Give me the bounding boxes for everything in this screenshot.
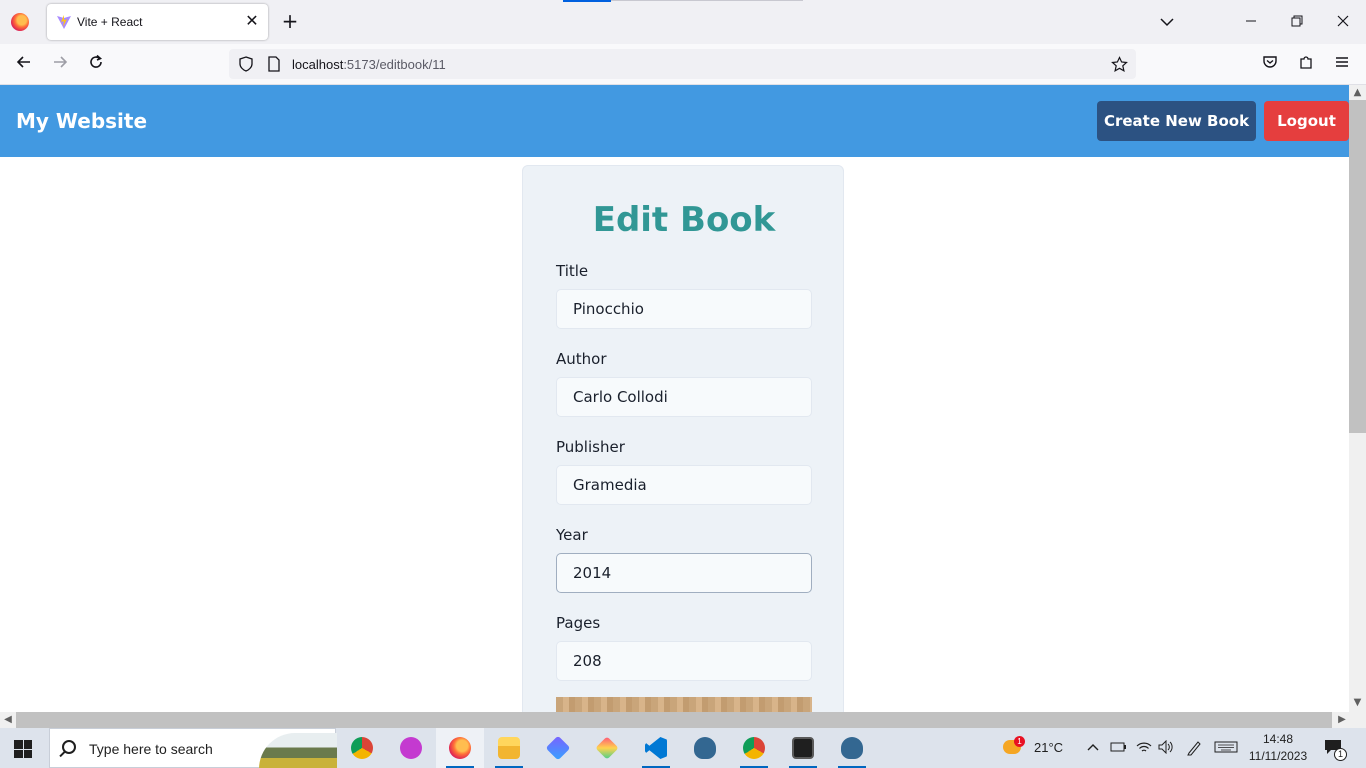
scroll-up-icon[interactable]: ▲	[1349, 85, 1366, 100]
taskbar-app-diamond[interactable]	[583, 728, 631, 768]
create-new-book-button[interactable]: Create New Book	[1097, 101, 1256, 141]
horizontal-scroll-thumb[interactable]	[16, 712, 1332, 728]
taskbar-clock[interactable]: 14:48 11/11/2023	[1247, 731, 1309, 765]
title-label: Title	[556, 262, 589, 280]
taskbar-pgadmin-2[interactable]	[828, 728, 876, 768]
pen-icon[interactable]	[1186, 728, 1204, 768]
author-input[interactable]	[556, 377, 812, 417]
list-all-tabs-icon[interactable]	[1157, 12, 1177, 32]
menu-icon[interactable]	[1329, 52, 1355, 78]
restore-window-icon[interactable]	[1274, 0, 1320, 44]
close-window-icon[interactable]	[1320, 0, 1366, 44]
url-path: :5173/editbook/11	[343, 57, 446, 72]
keyboard-icon[interactable]	[1214, 728, 1240, 768]
book-cover-image	[556, 697, 812, 712]
vertical-scroll-thumb[interactable]	[1349, 100, 1366, 433]
pocket-icon[interactable]	[1257, 52, 1283, 78]
taskbar-chrome-profile[interactable]	[730, 728, 778, 768]
logout-button[interactable]: Logout	[1264, 101, 1349, 141]
taskbar-firefox[interactable]	[436, 728, 484, 768]
taskbar-pgadmin[interactable]	[681, 728, 729, 768]
app-diamond-icon	[595, 736, 619, 760]
taskbar-search[interactable]: Type here to search	[49, 728, 337, 768]
search-icon	[62, 740, 76, 754]
bookmark-star-icon[interactable]	[1111, 56, 1128, 73]
page-icon[interactable]	[267, 56, 281, 72]
vscode-icon	[645, 737, 667, 759]
taskbar-vscode[interactable]	[632, 728, 680, 768]
app-hex-icon	[545, 735, 571, 761]
close-tab-icon[interactable]: ✕	[243, 12, 261, 30]
horizontal-scrollbar[interactable]: ◀ ▶	[0, 712, 1366, 728]
tab-strip-divider	[611, 0, 803, 1]
forward-icon[interactable]	[47, 52, 73, 78]
tab-title: Vite + React	[77, 15, 143, 29]
clock-date: 11/11/2023	[1248, 749, 1308, 763]
form-title: Edit Book	[592, 200, 776, 240]
extensions-icon[interactable]	[1293, 52, 1319, 78]
taskbar-file-explorer[interactable]	[485, 728, 533, 768]
clock-time: 14:48	[1262, 732, 1294, 746]
weather-widget[interactable]: 1 21°C	[1001, 728, 1073, 768]
volume-icon[interactable]	[1158, 728, 1176, 768]
new-tab-button[interactable]: +	[281, 10, 299, 32]
url-text[interactable]: localhost:5173/editbook/11	[292, 57, 446, 72]
back-icon[interactable]	[11, 52, 37, 78]
scroll-left-icon[interactable]: ◀	[0, 712, 16, 728]
site-brand[interactable]: My Website	[16, 109, 147, 133]
search-highlight-image	[259, 733, 337, 768]
url-host: localhost	[292, 57, 344, 72]
taskbar-chrome[interactable]	[338, 728, 386, 768]
edit-book-form: Edit Book Title Author Publisher Year Pa…	[522, 165, 844, 712]
pages-label: Pages	[556, 614, 601, 632]
postgres-icon	[694, 737, 716, 759]
show-hidden-icons-icon[interactable]	[1086, 728, 1102, 768]
taskbar-terminal[interactable]	[779, 728, 827, 768]
reload-icon[interactable]	[83, 52, 109, 78]
weather-badge: 1	[1014, 736, 1025, 747]
terminal-icon	[792, 737, 814, 759]
author-label: Author	[556, 350, 607, 368]
windows-start-icon[interactable]	[14, 740, 32, 758]
wifi-icon[interactable]	[1136, 728, 1154, 768]
year-input[interactable]	[556, 553, 812, 593]
chrome-icon	[351, 737, 373, 759]
battery-icon[interactable]	[1110, 728, 1128, 768]
vertical-scrollbar[interactable]: ▲ ▼	[1349, 85, 1366, 712]
year-label: Year	[556, 526, 588, 544]
taskbar-app-blue[interactable]	[534, 728, 582, 768]
shield-icon[interactable]	[238, 56, 254, 72]
windows-taskbar: Type here to search 1 21°C 14:48 11/11/2…	[0, 728, 1366, 768]
browser-tab[interactable]: Vite + React ✕	[47, 4, 268, 40]
wps-office-icon	[400, 737, 422, 759]
weather-temp: 21°C	[1034, 740, 1064, 755]
search-placeholder: Type here to search	[89, 741, 213, 757]
publisher-label: Publisher	[556, 438, 625, 456]
publisher-input[interactable]	[556, 465, 812, 505]
taskbar-wps[interactable]	[387, 728, 435, 768]
scroll-right-icon[interactable]: ▶	[1334, 712, 1350, 728]
site-header: My Website Create New Book Logout	[0, 85, 1349, 157]
notification-count: 1	[1334, 748, 1347, 761]
scroll-down-icon[interactable]: ▼	[1349, 695, 1366, 710]
postgres-icon	[841, 737, 863, 759]
vite-icon	[57, 15, 71, 29]
page-viewport: My Website Create New Book Logout Edit B…	[0, 85, 1349, 712]
minimize-window-icon[interactable]	[1228, 0, 1274, 44]
loading-indicator	[563, 0, 611, 2]
chrome-profile-icon	[743, 737, 765, 759]
browser-tab-strip: Vite + React ✕ +	[0, 0, 1366, 44]
notifications-icon[interactable]: 1	[1324, 728, 1348, 768]
folder-icon	[498, 737, 520, 759]
pages-input[interactable]	[556, 641, 812, 681]
firefox-taskbar-icon	[449, 737, 471, 759]
browser-toolbar: localhost:5173/editbook/11	[0, 44, 1366, 85]
firefox-icon[interactable]	[11, 13, 29, 31]
address-bar[interactable]: localhost:5173/editbook/11	[229, 49, 1136, 79]
title-input[interactable]	[556, 289, 812, 329]
